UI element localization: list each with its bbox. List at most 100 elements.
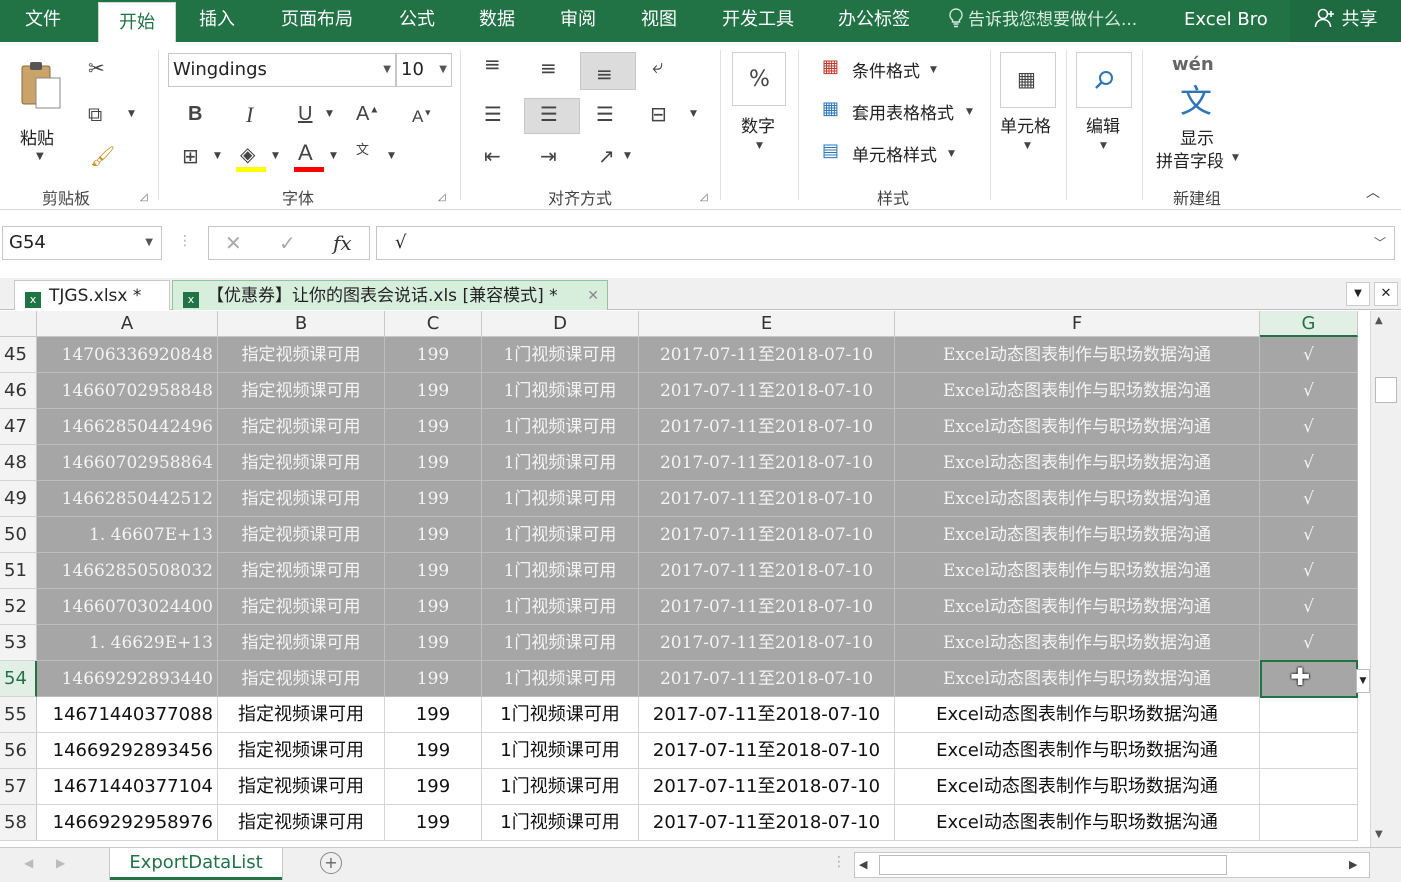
cell-a58[interactable]: 14669292958976 [37,805,218,841]
tab-data[interactable]: 数据 [462,0,532,42]
middle-align-icon[interactable]: ≡ [540,58,557,78]
close-workbook-icon[interactable]: ✕ [1374,282,1398,306]
bottom-align-icon[interactable]: ≡ [596,64,613,84]
cell-g53[interactable]: √ [1260,625,1358,661]
cell-c46[interactable]: 199 [385,373,482,409]
cell-b49[interactable]: 指定视频课可用 [218,481,385,517]
fill-color-icon[interactable]: ◈ [240,144,255,164]
cell-a51[interactable]: 14662850508032 [37,553,218,589]
cell-c56[interactable]: 199 [385,733,482,769]
cell-e46[interactable]: 2017-07-11至2018-07-10 [639,373,895,409]
number-format-button[interactable]: % [732,52,786,106]
cell-f51[interactable]: Excel动态图表制作与职场数据沟通 [895,553,1260,589]
cell-c57[interactable]: 199 [385,769,482,805]
clipboard-launcher-icon[interactable]: ◿ [140,192,148,203]
cell-c54[interactable]: 199 [385,661,482,697]
cell-c49[interactable]: 199 [385,481,482,517]
cut-icon[interactable]: ✂ [88,58,105,78]
top-align-icon[interactable]: ≡ [484,54,501,74]
conditional-format-button[interactable]: 条件格式 [852,57,920,82]
row-header-51[interactable]: 51 [0,553,37,589]
split-grip-icon[interactable]: ⋮ [832,854,846,870]
cells-button[interactable]: ▦ [1000,52,1056,108]
tab-file[interactable]: 文件 [0,0,86,42]
grow-font-button[interactable]: A▲ [356,104,379,124]
cell-e47[interactable]: 2017-07-11至2018-07-10 [639,409,895,445]
tab-developer[interactable]: 开发工具 [712,0,804,42]
cell-f54[interactable]: Excel动态图表制作与职场数据沟通 [895,661,1260,697]
column-header-d[interactable]: D [482,311,639,337]
cell-e55[interactable]: 2017-07-11至2018-07-10 [639,697,895,733]
show-phonetic-label-1[interactable]: 显示 [1180,124,1214,149]
merge-dropdown-icon[interactable]: ▼ [690,110,697,119]
cell-e54[interactable]: 2017-07-11至2018-07-10 [639,661,895,697]
font-size-box[interactable]: 10 ▼ [396,53,452,87]
row-header-48[interactable]: 48 [0,445,37,481]
cell-c55[interactable]: 199 [385,697,482,733]
format-painter-icon[interactable]: 🖌 [90,146,115,166]
expand-formula-icon[interactable]: ﹀ [1374,227,1386,259]
merge-center-icon[interactable]: ⊟ [650,104,667,124]
number-dropdown-icon[interactable]: ▼ [756,142,763,151]
column-header-b[interactable]: B [218,311,385,337]
cell-f49[interactable]: Excel动态图表制作与职场数据沟通 [895,481,1260,517]
cell-e49[interactable]: 2017-07-11至2018-07-10 [639,481,895,517]
collapse-ribbon-icon[interactable]: ︿ [1366,186,1380,200]
cell-f56[interactable]: Excel动态图表制作与职场数据沟通 [895,733,1260,769]
prev-sheet-icon[interactable]: ◀ [24,856,33,870]
horizontal-scrollbar[interactable]: ◀ ▶ [854,852,1370,878]
vertical-scrollbar[interactable]: ▲ ▼ [1370,311,1401,847]
cell-b51[interactable]: 指定视频课可用 [218,553,385,589]
cell-d45[interactable]: 1门视频课可用 [482,337,639,373]
scroll-up-icon[interactable]: ▲ [1375,315,1383,326]
cell-f53[interactable]: Excel动态图表制作与职场数据沟通 [895,625,1260,661]
cell-a48[interactable]: 14660702958864 [37,445,218,481]
phonetic-field-dropdown-icon[interactable]: ▼ [1232,154,1239,163]
font-color-icon[interactable]: A [298,142,313,164]
cell-d54[interactable]: 1门视频课可用 [482,661,639,697]
cell-g45[interactable]: √ [1260,337,1358,373]
cell-g55[interactable] [1260,697,1358,733]
font-launcher-icon[interactable]: ◿ [438,192,446,203]
formula-bar-grip-icon[interactable]: ⋮ [178,234,192,248]
cell-f48[interactable]: Excel动态图表制作与职场数据沟通 [895,445,1260,481]
cell-b57[interactable]: 指定视频课可用 [218,769,385,805]
cell-g49[interactable]: √ [1260,481,1358,517]
italic-button[interactable]: I [246,104,253,126]
name-box[interactable]: G54 ▼ [2,226,162,260]
tab-review[interactable]: 审阅 [543,0,613,42]
cells-dropdown-icon[interactable]: ▼ [1024,142,1031,151]
cell-d52[interactable]: 1门视频课可用 [482,589,639,625]
cell-f45[interactable]: Excel动态图表制作与职场数据沟通 [895,337,1260,373]
cell-g57[interactable] [1260,769,1358,805]
tab-list-dropdown-icon[interactable]: ▼ [1346,282,1370,306]
cell-d50[interactable]: 1门视频课可用 [482,517,639,553]
cell-f57[interactable]: Excel动态图表制作与职场数据沟通 [895,769,1260,805]
cell-d47[interactable]: 1门视频课可用 [482,409,639,445]
workbook-tab-tjgs[interactable]: x TJGS.xlsx * [14,280,170,310]
cell-c51[interactable]: 199 [385,553,482,589]
phonetic-guide-icon[interactable]: 文 [356,144,369,157]
row-header-58[interactable]: 58 [0,805,37,841]
column-header-g[interactable]: G [1260,311,1358,337]
shrink-font-button[interactable]: A▼ [412,108,432,125]
share-button[interactable]: 共享 [1290,0,1401,42]
cell-a56[interactable]: 14669292893456 [37,733,218,769]
cell-a54[interactable]: 14669292893440 [37,661,218,697]
tab-formulas[interactable]: 公式 [382,0,452,42]
cell-g56[interactable] [1260,733,1358,769]
row-header-45[interactable]: 45 [0,337,37,373]
insert-function-icon[interactable]: fx [333,233,352,253]
copy-dropdown-icon[interactable]: ▼ [128,110,135,119]
show-phonetic-label-2[interactable]: 拼音字段 [1156,147,1224,172]
cell-b46[interactable]: 指定视频课可用 [218,373,385,409]
phonetic-dropdown-icon[interactable]: ▼ [388,152,395,161]
cell-g58[interactable] [1260,805,1358,841]
copy-icon[interactable]: ⧉ [88,104,102,124]
select-all-corner[interactable] [0,311,37,337]
cell-b53[interactable]: 指定视频课可用 [218,625,385,661]
cell-f52[interactable]: Excel动态图表制作与职场数据沟通 [895,589,1260,625]
cell-b56[interactable]: 指定视频课可用 [218,733,385,769]
cell-a57[interactable]: 14671440377104 [37,769,218,805]
cell-a49[interactable]: 14662850442512 [37,481,218,517]
